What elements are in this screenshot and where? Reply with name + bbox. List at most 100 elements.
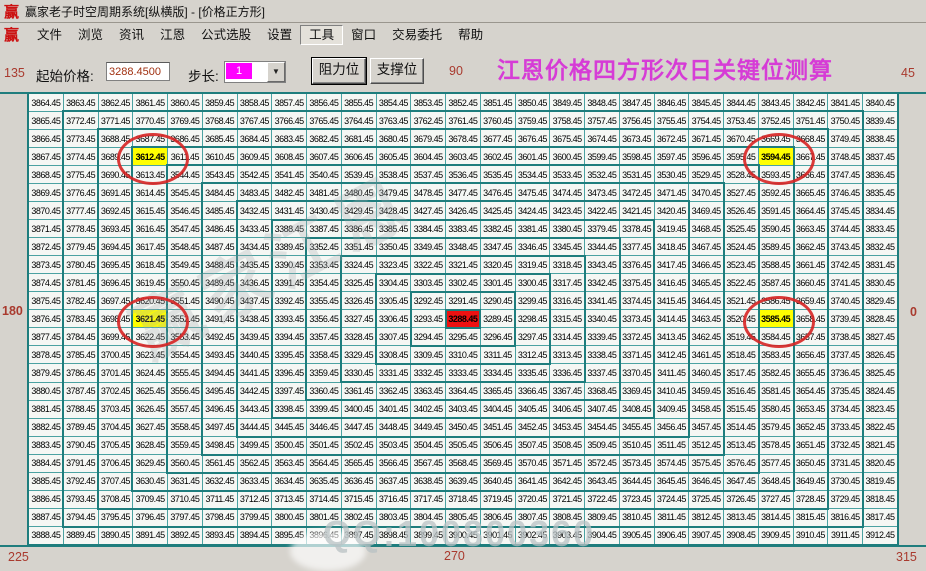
price-cell: 3377.45: [618, 237, 655, 257]
price-cell: 3489.45: [201, 273, 238, 293]
price-cell: 3533.45: [549, 165, 585, 185]
price-cell: 3467.45: [688, 237, 724, 257]
price-cell: 3661.45: [792, 255, 829, 275]
price-cell: 3703.45: [97, 399, 134, 419]
price-cell: 3511.45: [653, 435, 690, 455]
price-cell: 3490.45: [201, 291, 238, 311]
price-cell: 3635.45: [306, 471, 342, 491]
price-cell: 3799.45: [236, 507, 273, 527]
price-cell: 3784.45: [62, 327, 99, 347]
price-cell: 3396.45: [271, 363, 307, 383]
resistance-button[interactable]: 阻力位: [311, 57, 367, 85]
price-cell: 3891.45: [132, 525, 168, 546]
price-cell: 3436.45: [236, 273, 273, 293]
price-cell: 3391.45: [271, 273, 307, 293]
price-cell: 3725.45: [688, 489, 724, 509]
price-cell: 3670.45: [723, 129, 759, 149]
menu-item-7[interactable]: 窗口: [343, 26, 384, 44]
gann-square-grid: 3864.45 3863.45 3862.45 3861.45 3860.45 3859.…: [27, 92, 899, 571]
price-cell: 3830.45: [862, 273, 898, 293]
price-cell: 3885.45: [28, 471, 64, 491]
price-cell: 3456.45: [653, 417, 690, 437]
price-cell: 3419.45: [653, 219, 690, 239]
price-cell: 3412.45: [653, 345, 690, 365]
price-cell: 3543.45: [201, 165, 238, 185]
price-cell: 3765.45: [306, 111, 342, 131]
price-cell: 3888.45: [28, 525, 64, 546]
price-cell: 3686.45: [167, 129, 203, 149]
price-cell: 3666.45: [792, 165, 829, 185]
menu-item-5[interactable]: 设置: [259, 26, 300, 44]
price-cell: 3746.45: [827, 183, 863, 203]
menu-item-8[interactable]: 交易委托: [384, 26, 450, 44]
menu-item-1[interactable]: 浏览: [70, 26, 111, 44]
price-cell: 3820.45: [862, 453, 898, 473]
price-cell: 3561.45: [201, 453, 238, 473]
step-combobox[interactable]: 1 ▼: [224, 61, 286, 83]
price-cell: 3359.45: [306, 363, 342, 383]
price-cell: 3758.45: [549, 111, 585, 131]
price-cell: 3294.45: [410, 327, 446, 347]
price-cell: 3602.45: [479, 147, 516, 167]
menu-item-9[interactable]: 帮助: [450, 26, 491, 44]
price-cell: 3879.45: [28, 363, 64, 383]
price-cell: 3520.45: [723, 309, 759, 329]
price-cell: 3360.45: [306, 381, 342, 401]
price-cell: 3763.45: [375, 111, 412, 131]
price-cell: 3474.45: [549, 183, 585, 203]
price-cell: 3471.45: [653, 183, 690, 203]
price-cell: 3375.45: [618, 273, 655, 293]
price-cell: 3710.45: [167, 489, 203, 509]
price-cell: 3446.45: [306, 417, 342, 437]
price-cell: 3834.45: [862, 201, 898, 221]
price-cell: 3411.45: [653, 363, 690, 383]
menu-item-6[interactable]: 工具: [300, 25, 344, 45]
price-cell: 3525.45: [723, 219, 759, 239]
price-cell: 3868.45: [28, 165, 64, 185]
angle-label-180: 180: [2, 304, 23, 318]
price-cell: 3846.45: [653, 92, 690, 113]
start-price-input[interactable]: [106, 62, 170, 81]
price-cell: 3768.45: [201, 111, 238, 131]
price-cell: 3571.45: [549, 453, 585, 473]
price-cell: 3496.45: [201, 399, 238, 419]
price-cell: 3753.45: [723, 111, 759, 131]
price-cell: 3831.45: [862, 255, 898, 275]
chevron-down-icon[interactable]: ▼: [267, 62, 285, 82]
price-cell: 3421.45: [618, 201, 655, 221]
price-cell: 3618.45: [132, 255, 168, 275]
price-cell: 3875.45: [28, 291, 64, 311]
price-cell: 3353.45: [306, 255, 342, 275]
price-cell: 3829.45: [862, 291, 898, 311]
price-cell: 3461.45: [688, 345, 724, 365]
price-cell: 3904.45: [584, 525, 620, 546]
price-cell: 3575.45: [688, 453, 724, 473]
price-cell: 3747.45: [827, 165, 863, 185]
price-cell: 3535.45: [479, 165, 516, 185]
menu-item-0[interactable]: 文件: [29, 26, 70, 44]
price-cell: 3718.45: [445, 489, 481, 509]
price-cell: 3902.45: [514, 525, 551, 546]
price-cell: 3408.45: [618, 399, 655, 419]
price-cell: 3310.45: [445, 345, 481, 365]
price-cell: 3754.45: [688, 111, 724, 131]
price-cell: 3319.45: [514, 255, 551, 275]
price-cell: 3721.45: [549, 489, 585, 509]
price-cell: 3580.45: [757, 399, 794, 419]
price-cell: 3656.45: [792, 345, 829, 365]
menu-item-3[interactable]: 江恩: [152, 26, 193, 44]
price-cell: 3501.45: [306, 435, 342, 455]
price-cell: 3757.45: [584, 111, 620, 131]
price-cell: 3716.45: [375, 489, 412, 509]
price-cell: 3655.45: [792, 363, 829, 383]
menu-item-2[interactable]: 资讯: [111, 26, 152, 44]
price-cell: 3673.45: [618, 129, 655, 149]
angle-label-315: 315: [896, 550, 917, 564]
price-cell: 3518.45: [723, 345, 759, 365]
support-button[interactable]: 支撑位: [370, 58, 424, 84]
price-cell: 3470.45: [688, 183, 724, 203]
price-cell: 3837.45: [862, 147, 898, 167]
price-cell: 3756.45: [618, 111, 655, 131]
menu-item-4[interactable]: 公式选股: [193, 26, 259, 44]
price-cell: 3445.45: [271, 417, 307, 437]
